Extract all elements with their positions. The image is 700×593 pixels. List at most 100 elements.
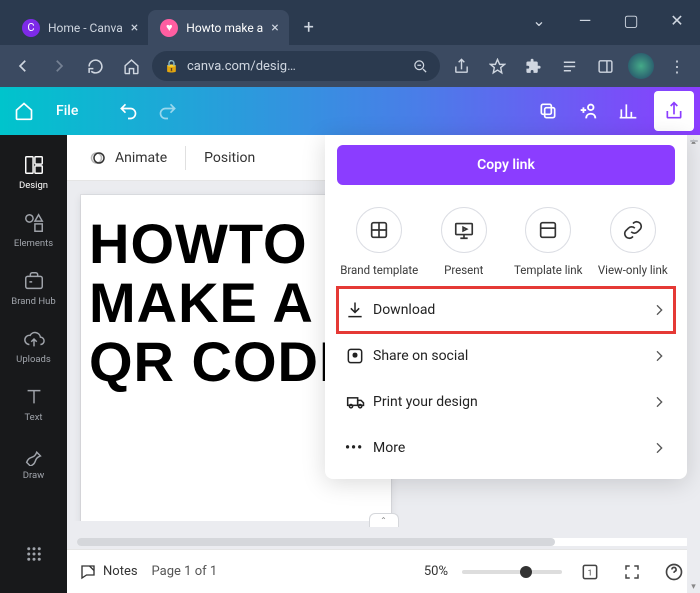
download-row[interactable]: Download xyxy=(337,287,675,333)
sidebar-item-brandhub[interactable]: Brand Hub xyxy=(0,259,67,317)
browser-addressbar: 🔒 canva.com/desig… ⋮ xyxy=(0,45,700,87)
download-icon xyxy=(345,300,373,320)
template-link-icon xyxy=(525,207,571,253)
canva-home-button[interactable] xyxy=(6,93,42,129)
zoom-slider[interactable] xyxy=(462,570,562,574)
sidebar-item-more[interactable] xyxy=(0,525,67,583)
draw-icon xyxy=(23,444,45,466)
print-your-design-row[interactable]: Print your design xyxy=(337,379,675,425)
close-icon[interactable]: × xyxy=(131,20,138,36)
workspace: Design Elements Brand Hub Uploads Text xyxy=(0,135,700,593)
present-icon xyxy=(441,207,487,253)
share-icon[interactable] xyxy=(446,51,476,81)
reading-list-icon[interactable] xyxy=(554,51,584,81)
divider xyxy=(185,146,186,170)
canva-favicon: C xyxy=(22,19,40,37)
text-icon xyxy=(23,386,45,408)
profile-avatar[interactable] xyxy=(626,51,656,81)
view-only-link-option[interactable]: View-only link xyxy=(593,207,673,277)
browser-titlebar: C Home - Canva × ♥ Howto make a × + ⌄ — … xyxy=(0,0,700,45)
page-handle[interactable]: ⌃ xyxy=(369,513,399,527)
sidebar-item-design[interactable]: Design xyxy=(0,143,67,201)
maximize-button[interactable]: ▢ xyxy=(608,0,654,40)
lock-icon: 🔒 xyxy=(164,59,179,73)
share-panel-icons: Brand template Present Template link xyxy=(337,207,675,277)
social-icon xyxy=(345,346,373,366)
new-tab-button[interactable]: + xyxy=(295,13,323,41)
forward-button[interactable] xyxy=(44,51,74,81)
redo-button[interactable] xyxy=(150,93,186,129)
animate-label: Animate xyxy=(115,150,167,166)
animate-button[interactable]: Animate xyxy=(79,142,177,174)
scroll-down-icon[interactable]: ▾ xyxy=(687,580,700,593)
template-link-option[interactable]: Template link xyxy=(508,207,588,277)
home-button[interactable] xyxy=(116,51,146,81)
tab-title: Home - Canva xyxy=(48,21,123,35)
close-window-button[interactable]: ✕ xyxy=(654,0,700,40)
more-row[interactable]: ••• More xyxy=(337,425,675,471)
sidebar-item-uploads[interactable]: Uploads xyxy=(0,317,67,375)
picon-label: View-only link xyxy=(598,263,668,277)
panel-row-label: More xyxy=(373,440,651,456)
picon-label: Template link xyxy=(514,263,582,277)
position-button[interactable]: Position xyxy=(194,144,265,172)
reload-button[interactable] xyxy=(80,51,110,81)
grid-view-icon[interactable]: 1 xyxy=(576,558,604,586)
collaborators-icon[interactable] xyxy=(570,93,606,129)
sidebar-item-label: Text xyxy=(24,412,42,423)
sidebar-item-draw[interactable]: Draw xyxy=(0,433,67,491)
brandhub-icon xyxy=(23,270,45,292)
chevron-down-icon[interactable]: ⌄ xyxy=(516,0,562,40)
browser-tab-active[interactable]: ♥ Howto make a × xyxy=(148,10,288,45)
url-text: canva.com/desig… xyxy=(187,59,296,74)
chevron-right-icon xyxy=(651,348,667,364)
elements-icon xyxy=(23,212,45,234)
horizontal-scrollbar[interactable] xyxy=(67,535,700,549)
kebab-menu-icon[interactable]: ⋮ xyxy=(662,51,692,81)
share-button[interactable] xyxy=(654,91,694,131)
file-menu[interactable]: File xyxy=(46,103,88,119)
link-icon xyxy=(610,207,656,253)
extensions-icon[interactable] xyxy=(518,51,548,81)
panel-row-label: Download xyxy=(373,302,651,318)
more-icon: ••• xyxy=(345,440,373,456)
share-panel: Copy link Brand template Present xyxy=(325,135,687,479)
svg-text:1: 1 xyxy=(588,568,593,578)
chevron-right-icon xyxy=(651,302,667,318)
sidepanel-icon[interactable] xyxy=(590,51,620,81)
present-option[interactable]: Present xyxy=(424,207,504,277)
sidebar-item-label: Design xyxy=(19,180,48,191)
minimize-button[interactable]: — xyxy=(562,0,608,40)
design-icon xyxy=(23,154,45,176)
sidebar: Design Elements Brand Hub Uploads Text xyxy=(0,135,67,593)
notes-button[interactable]: Notes xyxy=(79,563,138,581)
vertical-scrollbar[interactable]: ▴ ▾ xyxy=(687,135,700,593)
sidebar-item-text[interactable]: Text xyxy=(0,375,67,433)
share-on-social-row[interactable]: Share on social xyxy=(337,333,675,379)
animate-icon xyxy=(89,148,109,168)
analytics-icon[interactable] xyxy=(610,93,646,129)
notes-icon xyxy=(79,563,97,581)
browser-tab[interactable]: C Home - Canva × xyxy=(10,10,148,45)
star-icon[interactable] xyxy=(482,51,512,81)
copy-icon[interactable] xyxy=(530,93,566,129)
brand-template-option[interactable]: Brand template xyxy=(339,207,419,277)
chevron-right-icon xyxy=(651,440,667,456)
panel-row-label: Share on social xyxy=(373,348,651,364)
sidebar-item-elements[interactable]: Elements xyxy=(0,201,67,259)
back-button[interactable] xyxy=(8,51,38,81)
close-icon[interactable]: × xyxy=(271,20,278,36)
notes-label: Notes xyxy=(103,564,138,579)
brand-template-icon xyxy=(356,207,402,253)
apps-grid-icon xyxy=(23,543,45,565)
copy-link-button[interactable]: Copy link xyxy=(337,145,675,185)
zoom-level[interactable]: 50% xyxy=(424,564,448,579)
fullscreen-icon[interactable] xyxy=(618,558,646,586)
panel-row-label: Print your design xyxy=(373,394,651,410)
url-input[interactable]: 🔒 canva.com/desig… xyxy=(152,51,440,81)
editor-footer: Notes Page 1 of 1 50% 1 xyxy=(67,549,700,593)
chevron-right-icon xyxy=(651,394,667,410)
zoom-out-icon[interactable] xyxy=(413,59,428,74)
help-icon[interactable] xyxy=(660,558,688,586)
undo-button[interactable] xyxy=(110,93,146,129)
